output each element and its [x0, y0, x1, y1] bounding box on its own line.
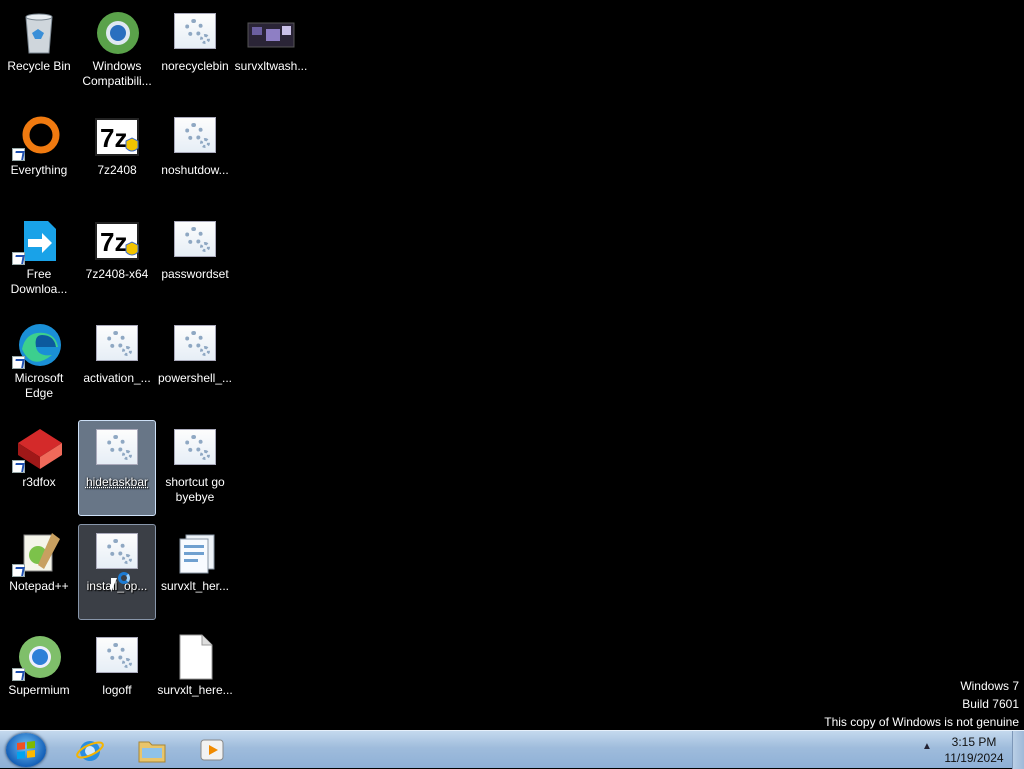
shortcut-arrow-icon: [12, 148, 25, 161]
desktop-icon-survxlt-here-docs[interactable]: survxlt_her...: [156, 524, 234, 620]
clock-time: 3:15 PM: [951, 735, 997, 749]
icon-label: 7z2408-x64: [85, 267, 149, 281]
icon-label: passwordset: [161, 267, 229, 281]
desktop-icon-everything[interactable]: Everything: [0, 108, 78, 204]
icon-label: Free Downloa...: [10, 267, 68, 296]
svg-text:7z: 7z: [100, 227, 127, 257]
recycle-bin-icon: [14, 9, 64, 57]
shortcut-arrow-icon: [12, 564, 25, 577]
supermium-icon: [12, 633, 64, 681]
desktop-icon-microsoft-edge[interactable]: Microsoft Edge: [0, 316, 78, 412]
watermark-notice: This copy of Windows is not genuine: [824, 715, 1019, 729]
icon-label: install_op...: [86, 579, 148, 593]
icon-label: norecyclebin: [161, 59, 229, 73]
desktop-icon-passwordset[interactable]: passwordset: [156, 212, 234, 308]
script-icon: [170, 217, 220, 265]
script-icon: [170, 321, 220, 369]
notepad-plus-plus-icon: [12, 529, 64, 577]
icon-label: Everything: [10, 163, 68, 177]
blank-file-icon: [170, 633, 220, 681]
busy-cursor-icon: [118, 572, 130, 584]
taskbar-internet-explorer[interactable]: [66, 733, 114, 767]
genuine-watermark: Windows 7 Build 7601 This copy of Window…: [824, 677, 1019, 731]
windows-compatibility-icon: [92, 9, 142, 57]
script-icon: [92, 321, 142, 369]
icon-label: Windows Compatibili...: [82, 59, 152, 88]
shortcut-arrow-icon: [12, 252, 25, 265]
icon-label: r3dfox: [22, 475, 56, 489]
show-desktop-button[interactable]: [1012, 731, 1024, 769]
icon-label: 7z2408: [97, 163, 137, 177]
desktop-icon-survxlt-here-file[interactable]: survxlt_here...: [156, 628, 234, 724]
desktop-icon-logoff[interactable]: logoff: [78, 628, 156, 724]
desktop-icon-install-op[interactable]: install_op...: [78, 524, 156, 620]
taskbar: ▲ 3:15 PM 11/19/2024: [0, 730, 1024, 769]
desktop-icon-windows-compatibility[interactable]: Windows Compatibili...: [78, 4, 156, 100]
icon-label: survxlt_here...: [157, 683, 233, 697]
desktop-icon-norecyclebin[interactable]: norecyclebin: [156, 4, 234, 100]
media-player-icon: [200, 739, 224, 761]
everything-icon: [12, 113, 64, 161]
internet-explorer-icon: [76, 741, 104, 761]
script-icon: [170, 9, 220, 57]
clock-date: 11/19/2024: [944, 751, 1004, 765]
show-hidden-icons-button[interactable]: ▲: [922, 741, 932, 752]
icon-label: survxlt_her...: [160, 579, 230, 593]
desktop: Recycle Bin Everything Free Downloa... M…: [0, 0, 1024, 730]
shortcut-arrow-icon: [12, 460, 25, 473]
desktop-icon-hidetaskbar[interactable]: hidetaskbar: [78, 420, 156, 516]
7zip-installer-icon: 7z: [92, 217, 142, 265]
7zip-installer-icon: 7z: [92, 113, 142, 161]
r3dfox-icon: [12, 425, 64, 473]
icon-label: activation_...: [83, 371, 151, 385]
desktop-icon-supermium[interactable]: Supermium: [0, 628, 78, 724]
icon-label: Supermium: [8, 683, 70, 697]
free-download-manager-icon: [12, 217, 64, 265]
icon-label: Notepad++: [9, 579, 69, 593]
desktop-icon-powershell[interactable]: powershell_...: [156, 316, 234, 412]
script-icon: [92, 425, 142, 473]
desktop-icon-r3dfox[interactable]: r3dfox: [0, 420, 78, 516]
icon-label: powershell_...: [157, 371, 233, 385]
icon-label: shortcut go byebye: [165, 475, 225, 504]
shortcut-arrow-icon: [12, 356, 25, 369]
desktop-icon-notepad-plus-plus[interactable]: Notepad++: [0, 524, 78, 620]
icon-label: noshutdow...: [161, 163, 229, 177]
desktop-icon-survxltwash[interactable]: survxltwash...: [232, 4, 310, 100]
desktop-icon-free-download-manager[interactable]: Free Downloa...: [0, 212, 78, 308]
script-icon: [92, 633, 142, 681]
script-icon: [170, 113, 220, 161]
icon-label: logoff: [102, 683, 132, 697]
taskbar-clock[interactable]: 3:15 PM 11/19/2024: [936, 734, 1012, 766]
icon-label: hidetaskbar: [85, 475, 149, 489]
desktop-icon-recycle-bin[interactable]: Recycle Bin: [0, 4, 78, 100]
taskbar-windows-explorer[interactable]: [128, 733, 176, 767]
desktop-icon-activation[interactable]: activation_...: [78, 316, 156, 412]
desktop-icon-noshutdown[interactable]: noshutdow...: [156, 108, 234, 204]
start-button[interactable]: [6, 733, 46, 767]
taskbar-media-player[interactable]: [188, 733, 236, 767]
icon-label: survxltwash...: [234, 59, 308, 73]
mouse-pointer-icon: [111, 578, 117, 592]
watermark-build: Build 7601: [962, 697, 1019, 711]
watermark-os: Windows 7: [960, 679, 1019, 693]
windows-explorer-icon: [138, 741, 166, 763]
icon-label: Microsoft Edge: [14, 371, 64, 400]
edge-icon: [12, 321, 64, 369]
desktop-icon-shortcut-go-byebye[interactable]: shortcut go byebye: [156, 420, 234, 516]
script-icon: [92, 529, 142, 577]
desktop-icon-7z2408-x64[interactable]: 7z 7z2408-x64: [78, 212, 156, 308]
svg-text:7z: 7z: [100, 123, 127, 153]
icon-label: Recycle Bin: [7, 59, 71, 73]
shortcut-arrow-icon: [12, 668, 25, 681]
script-icon: [170, 425, 220, 473]
image-thumbnail-icon: [246, 9, 296, 57]
documents-icon: [170, 529, 220, 577]
desktop-icon-7z2408[interactable]: 7z 7z2408: [78, 108, 156, 204]
